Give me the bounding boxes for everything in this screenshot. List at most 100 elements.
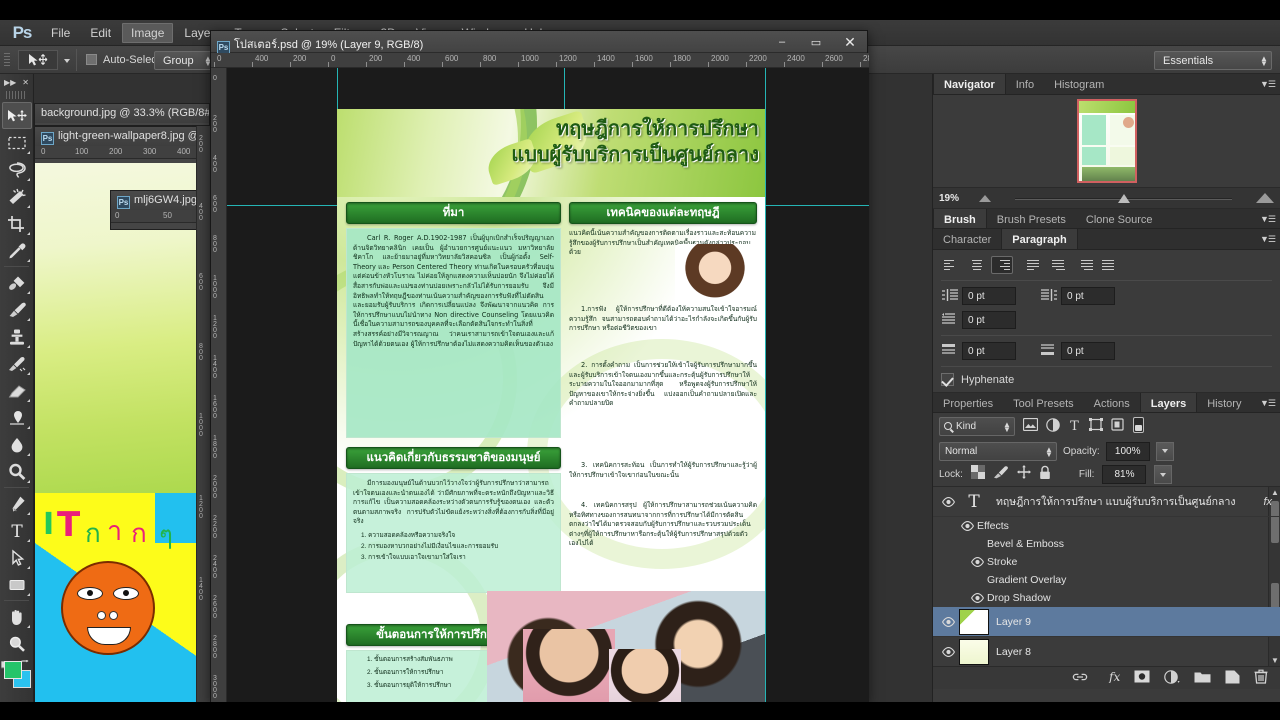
- tab-brush-presets[interactable]: Brush Presets: [987, 209, 1076, 228]
- gradient-tool[interactable]: [2, 404, 32, 431]
- image-filter-icon[interactable]: [1022, 417, 1039, 434]
- fill-dropdown-icon[interactable]: [1154, 465, 1173, 484]
- align-left-button[interactable]: [941, 256, 963, 274]
- tab-info[interactable]: Info: [1006, 74, 1044, 94]
- justify-last-left-button[interactable]: [1024, 256, 1046, 274]
- move-tool[interactable]: [2, 102, 32, 129]
- indent-right-margin-field[interactable]: 0 pt: [1061, 287, 1115, 305]
- navigator-panel-menu-icon[interactable]: ▼☰: [1260, 79, 1276, 90]
- delete-layer-icon[interactable]: [1254, 669, 1268, 687]
- visibility-eye-icon[interactable]: [967, 593, 987, 603]
- horizontal-type-tool[interactable]: T: [2, 517, 32, 544]
- navigator-zoom-value[interactable]: 19%: [939, 193, 979, 204]
- visibility-eye-icon[interactable]: [957, 521, 977, 531]
- dodge-tool[interactable]: [2, 458, 32, 485]
- indent-left-margin-field[interactable]: 0 pt: [962, 287, 1016, 305]
- layer-row[interactable]: T ทฤษฎีการให้การปรึกษา แบบผู้รับบริการเป็…: [933, 487, 1280, 517]
- tab-properties[interactable]: Properties: [933, 393, 1003, 412]
- link-layers-icon[interactable]: [1072, 671, 1088, 686]
- background-window-3[interactable]: Ps mlj6GW4.jpg @ 0 50: [110, 190, 210, 230]
- tab-history[interactable]: History: [1197, 393, 1251, 412]
- close-toolbox-icon[interactable]: ✕: [22, 78, 29, 87]
- vertical-ruler[interactable]: 0 200 400 600 800 1000 1200 1400 1600 1800 2000 220…: [211, 68, 227, 703]
- rectangle-tool[interactable]: [2, 571, 32, 598]
- opacity-value[interactable]: 100%: [1105, 441, 1150, 461]
- lock-position-icon[interactable]: [1016, 465, 1031, 484]
- tab-clone-source[interactable]: Clone Source: [1076, 209, 1163, 228]
- workspace-switcher[interactable]: Essentials ▲ ▼: [1154, 51, 1272, 70]
- type-filter-icon[interactable]: T: [1068, 418, 1081, 435]
- fill-value[interactable]: 81%: [1102, 465, 1147, 484]
- eraser-tool[interactable]: [2, 377, 32, 404]
- crop-tool[interactable]: [2, 210, 32, 237]
- layer-effect-row[interactable]: Drop Shadow: [933, 589, 1280, 607]
- lasso-tool[interactable]: [2, 156, 32, 183]
- filter-toggle-switch-icon[interactable]: [1133, 416, 1144, 436]
- hyphenate-checkbox[interactable]: [941, 373, 954, 386]
- zoom-out-icon[interactable]: [979, 194, 991, 202]
- brush-panel-menu-icon[interactable]: ▼☰: [1260, 214, 1276, 225]
- tool-preset-chevron-down-icon[interactable]: [64, 59, 70, 63]
- menu-item-edit[interactable]: Edit: [81, 23, 120, 43]
- paragraph-panel-menu-icon[interactable]: ▼☰: [1260, 234, 1276, 245]
- new-group-icon[interactable]: [1194, 670, 1211, 686]
- layer-filter-kind-select[interactable]: Kind ▲ ▼: [939, 416, 1015, 436]
- layers-panel-menu-icon[interactable]: ▼☰: [1260, 398, 1276, 409]
- visibility-eye-icon[interactable]: [937, 646, 959, 657]
- layer-thumbnail[interactable]: T: [959, 488, 989, 515]
- add-layer-mask-icon[interactable]: [1134, 670, 1150, 686]
- background-window-1[interactable]: background.jpg @ 33.3% (RGB/8#): [34, 103, 210, 126]
- layer-thumbnail[interactable]: [959, 608, 989, 635]
- smart-object-filter-icon[interactable]: [1111, 418, 1125, 434]
- rectangular-marquee-tool[interactable]: [2, 129, 32, 156]
- navigator-zoom-slider[interactable]: [997, 193, 1250, 204]
- layer-effect-row[interactable]: Stroke: [933, 553, 1280, 571]
- background-window-2-canvas[interactable]: I T ก า ก ๆ: [35, 163, 211, 703]
- justify-last-right-button[interactable]: [1074, 256, 1096, 274]
- history-brush-tool[interactable]: [2, 350, 32, 377]
- minimize-button[interactable]: –: [765, 31, 799, 53]
- hand-tool[interactable]: [2, 603, 32, 630]
- justify-last-center-button[interactable]: [1049, 256, 1071, 274]
- new-layer-icon[interactable]: [1225, 670, 1240, 687]
- layer-row[interactable]: Layer 8: [933, 637, 1280, 666]
- document-window[interactable]: Ps โปสเตอร์.psd @ 19% (Layer 9, RGB/8) – …: [210, 30, 869, 703]
- add-layer-style-icon[interactable]: fx: [1102, 670, 1120, 686]
- tab-histogram[interactable]: Histogram: [1044, 74, 1114, 94]
- foreground-color-swatch[interactable]: [4, 661, 22, 679]
- magic-wand-tool[interactable]: [2, 183, 32, 210]
- navigator-preview[interactable]: [933, 95, 1280, 187]
- lock-transparent-pixels-icon[interactable]: [970, 465, 985, 484]
- tab-layers[interactable]: Layers: [1139, 393, 1198, 412]
- new-adjustment-layer-icon[interactable]: [1164, 669, 1180, 687]
- canvas-area[interactable]: ทฤษฎีการให้การปรึกษา แบบผู้รับบริการเป็น…: [227, 68, 869, 703]
- layer-fx-badge[interactable]: fx: [1263, 496, 1280, 508]
- document-title-bar[interactable]: Ps โปสเตอร์.psd @ 19% (Layer 9, RGB/8) – …: [211, 31, 867, 54]
- zoom-tool[interactable]: [2, 630, 32, 657]
- lock-image-pixels-icon[interactable]: [993, 465, 1009, 484]
- justify-all-button[interactable]: [1099, 256, 1121, 274]
- lock-all-icon[interactable]: [1039, 465, 1051, 485]
- layer-effect-row[interactable]: Gradient Overlay: [933, 571, 1280, 589]
- blur-tool[interactable]: [2, 431, 32, 458]
- visibility-eye-icon[interactable]: [937, 616, 959, 627]
- options-bar-grip[interactable]: [4, 53, 10, 67]
- opacity-dropdown-icon[interactable]: [1155, 441, 1174, 461]
- layer-effect-row[interactable]: Effects: [933, 517, 1280, 535]
- layer-row[interactable]: Layer 9: [933, 607, 1280, 637]
- eyedropper-tool[interactable]: [2, 237, 32, 264]
- tab-navigator[interactable]: Navigator: [933, 74, 1006, 94]
- collapse-toolbox-icon[interactable]: ▶▶: [4, 78, 16, 87]
- horizontal-ruler[interactable]: 0 400 200 0 200 400 600 800 1000 1200 1400 1600 1800…: [211, 53, 869, 68]
- move-tool-icon[interactable]: [18, 50, 58, 70]
- tab-character[interactable]: Character: [933, 229, 1001, 249]
- toolbox-grip[interactable]: [6, 91, 27, 99]
- path-selection-tool[interactable]: [2, 544, 32, 571]
- align-right-button[interactable]: [991, 256, 1013, 274]
- adjustment-filter-icon[interactable]: [1046, 417, 1060, 435]
- layer-effect-row[interactable]: Bevel & Emboss: [933, 535, 1280, 553]
- align-center-button[interactable]: [966, 256, 988, 274]
- brush-tool[interactable]: [2, 296, 32, 323]
- hyphenate-row[interactable]: Hyphenate: [933, 367, 1280, 392]
- menu-item-file[interactable]: File: [42, 23, 79, 43]
